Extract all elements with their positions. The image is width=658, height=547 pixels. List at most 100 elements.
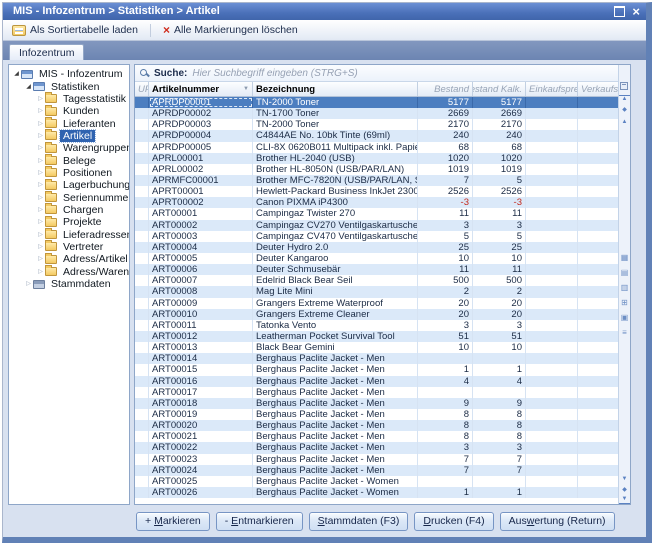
table-row[interactable]: APRDP00005CLI-8X 0620B011 Multipack inkl… <box>135 142 619 153</box>
table-row[interactable]: ART00006Deuter Schmusebär1111 <box>135 264 619 275</box>
tree-item-chargen[interactable]: ▷Chargen <box>9 204 129 216</box>
column-header-up[interactable]: UP <box>135 82 149 96</box>
expand-icon[interactable]: ▷ <box>36 194 45 202</box>
tree-item-lagerbuchungen[interactable]: ▷Lagerbuchungen <box>9 179 129 191</box>
expand-icon[interactable]: ▷ <box>36 218 45 226</box>
table-row[interactable]: ART00017Berghaus Paclite Jacket - Men <box>135 387 619 398</box>
column-header-artikelnummer[interactable]: Artikelnummer▼ <box>149 82 253 96</box>
table-row[interactable]: ART00004Deuter Hydro 2.02525 <box>135 242 619 253</box>
column-header-einkaufspreis[interactable]: Einkaufspreis <box>526 82 578 96</box>
footer-button-drucken-f4[interactable]: Drucken (F4) <box>414 512 493 531</box>
tree-item-lieferadressen[interactable]: ▷Lieferadressen <box>9 228 129 240</box>
table-row[interactable]: ART00026Berghaus Paclite Jacket - Women1… <box>135 487 619 498</box>
tree-item-adress-warengruppen[interactable]: ▷Adress/Warengruppen <box>9 266 129 278</box>
expand-icon[interactable]: ▷ <box>36 169 45 177</box>
tree-item-stammdaten[interactable]: ▷Stammdaten <box>9 278 129 290</box>
table-row[interactable]: ART00007Edelrid Black Bear Seil500500 <box>135 275 619 286</box>
table-row[interactable]: ART00002Campingaz CV270 Ventilgaskartusc… <box>135 220 619 231</box>
footer-button-auswertung-return[interactable]: Auswertung (Return) <box>500 512 615 531</box>
tree-item-warengruppen[interactable]: ▷Warengruppen <box>9 142 129 154</box>
expand-icon[interactable]: ▷ <box>36 255 45 263</box>
table-row[interactable]: APRDP00004C4844AE No. 10bk Tinte (69ml)2… <box>135 130 619 141</box>
table-row[interactable]: APRDP00001TN-2000 Toner51775177 <box>135 97 619 108</box>
scroll-nav-icon[interactable]: ◆ <box>619 107 630 114</box>
tree-item-belege[interactable]: ▷Belege <box>9 154 129 166</box>
tree-item-tagesstatistik[interactable]: ▷Tagesstatistik <box>9 93 129 105</box>
tree-item-positionen[interactable]: ▷Positionen <box>9 167 129 179</box>
tree-item-adress-artikel[interactable]: ▷Adress/Artikel <box>9 253 129 265</box>
scroll-down-icon[interactable]: ▼ <box>619 476 630 483</box>
expand-icon[interactable]: ▷ <box>36 157 45 165</box>
table-row[interactable]: ART00021Berghaus Paclite Jacket - Men88 <box>135 431 619 442</box>
table-row[interactable]: ART00015Berghaus Paclite Jacket - Men11 <box>135 364 619 375</box>
column-chooser-icon[interactable] <box>620 82 628 90</box>
add-column-icon[interactable]: ⊞ <box>619 298 630 307</box>
scroll-to-bottom-icon[interactable]: ▼ <box>619 496 630 504</box>
table-row[interactable]: ART00011Tatonka Vento33 <box>135 320 619 331</box>
footer-button-markieren[interactable]: + Markieren <box>136 512 210 531</box>
table-row[interactable]: ART00023Berghaus Paclite Jacket - Men77 <box>135 454 619 465</box>
table-row[interactable]: ART00022Berghaus Paclite Jacket - Men33 <box>135 442 619 453</box>
grid-summary-icon[interactable]: ▦ <box>619 253 630 262</box>
table-row[interactable]: APRDP00002TN-1700 Toner26692669 <box>135 108 619 119</box>
expand-icon[interactable]: ▷ <box>36 107 45 115</box>
column-header-bestand-kalk-[interactable]: Bestand Kalk. <box>473 82 526 96</box>
table-row[interactable]: ART00001Campingaz Twister 2701111 <box>135 208 619 219</box>
table-row[interactable]: ART00020Berghaus Paclite Jacket - Men88 <box>135 420 619 431</box>
table-row[interactable]: ART00009Grangers Extreme Waterproof2020 <box>135 298 619 309</box>
tree-item-mis-infozentrum[interactable]: ◢MIS - Infozentrum <box>9 68 129 80</box>
table-row[interactable]: APRL00001Brother HL-2040 (USB)10201020 <box>135 153 619 164</box>
expand-icon[interactable]: ▷ <box>36 120 45 128</box>
restore-window-icon[interactable] <box>614 6 625 17</box>
table-row[interactable]: APRMFC00001Brother MFC-7820N (USB/PAR/LA… <box>135 175 619 186</box>
table-row[interactable]: APRT00001Hewlett-Packard Business InkJet… <box>135 186 619 197</box>
table-row[interactable]: ART00025Berghaus Paclite Jacket - Women <box>135 476 619 487</box>
table-row[interactable]: APRDP00003TN-2000 Toner21702170 <box>135 119 619 130</box>
tree-item-kunden[interactable]: ▷Kunden <box>9 105 129 117</box>
expand-icon[interactable]: ▷ <box>36 206 45 214</box>
expand-icon[interactable]: ▷ <box>36 231 45 239</box>
scroll-up-icon[interactable]: ▲ <box>619 119 630 126</box>
expand-icon[interactable]: ▷ <box>36 268 45 276</box>
expand-icon[interactable]: ▷ <box>36 181 45 189</box>
collapse-icon[interactable]: ◢ <box>12 70 21 78</box>
load-sort-table-button[interactable]: Als Sortiertabelle laden <box>8 23 142 37</box>
search-bar[interactable]: Suche: Hier Suchbegriff eingeben (STRG+S… <box>135 65 630 82</box>
collapse-icon[interactable]: ◢ <box>24 83 33 91</box>
footer-button-entmarkieren[interactable]: - Entmarkieren <box>216 512 303 531</box>
layout-icon[interactable]: ▤ <box>619 268 630 277</box>
scroll-nav2-icon[interactable]: ◆ <box>619 487 630 494</box>
table-row[interactable]: ART00005Deuter Kangaroo1010 <box>135 253 619 264</box>
table-row[interactable]: ART00018Berghaus Paclite Jacket - Men99 <box>135 398 619 409</box>
scroll-to-top-icon[interactable]: ▲ <box>619 95 630 103</box>
list-icon[interactable]: ≡ <box>619 328 630 337</box>
expand-icon[interactable]: ▷ <box>36 243 45 251</box>
select-cell-icon[interactable]: ▣ <box>619 313 630 322</box>
tree-item-statistiken[interactable]: ◢Statistiken <box>9 80 129 92</box>
table-row[interactable]: ART00003Campingaz CV470 Ventilgaskartusc… <box>135 231 619 242</box>
table-row[interactable]: APRL00002Brother HL-8050N (USB/PAR/LAN)1… <box>135 164 619 175</box>
table-row[interactable]: ART00019Berghaus Paclite Jacket - Men88 <box>135 409 619 420</box>
tree-item-seriennummern[interactable]: ▷Seriennummern <box>9 191 129 203</box>
table-row[interactable]: ART00016Berghaus Paclite Jacket - Men44 <box>135 376 619 387</box>
column-header-bestand[interactable]: Bestand <box>418 82 473 96</box>
grid-scrollbar-strip[interactable]: ▲ ◆ ▲ ▦ ▤ ▥ ⊞ ▣ ≡ ▼ ◆ ▼ <box>618 65 630 504</box>
tree-item-projekte[interactable]: ▷Projekte <box>9 216 129 228</box>
table-row[interactable]: ART00014Berghaus Paclite Jacket - Men <box>135 353 619 364</box>
clear-marks-button[interactable]: × Alle Markierungen löschen <box>159 23 302 37</box>
expand-icon[interactable]: ▷ <box>24 280 33 288</box>
table-row[interactable]: ART00008Mag Lite Mini22 <box>135 286 619 297</box>
column-header-bezeichnung[interactable]: Bezeichnung <box>253 82 418 96</box>
table-row[interactable]: ART00010Grangers Extreme Cleaner2020 <box>135 309 619 320</box>
split-view-icon[interactable]: ▥ <box>619 283 630 292</box>
column-header-verkaufspreis[interactable]: Verkaufspreis <box>578 82 619 96</box>
tree-item-lieferanten[interactable]: ▷Lieferanten <box>9 117 129 129</box>
table-row[interactable]: ART00024Berghaus Paclite Jacket - Men77 <box>135 465 619 476</box>
table-row[interactable]: ART00013Black Bear Gemini1010 <box>135 342 619 353</box>
expand-icon[interactable]: ▷ <box>36 95 45 103</box>
table-row[interactable]: APRT00002Canon PIXMA iP4300-3-3 <box>135 197 619 208</box>
close-window-icon[interactable]: × <box>632 5 640 18</box>
tree-item-vertreter[interactable]: ▷Vertreter <box>9 241 129 253</box>
footer-button-stammdaten-f3[interactable]: Stammdaten (F3) <box>309 512 409 531</box>
tree-item-artikel[interactable]: ▷Artikel <box>9 130 129 142</box>
